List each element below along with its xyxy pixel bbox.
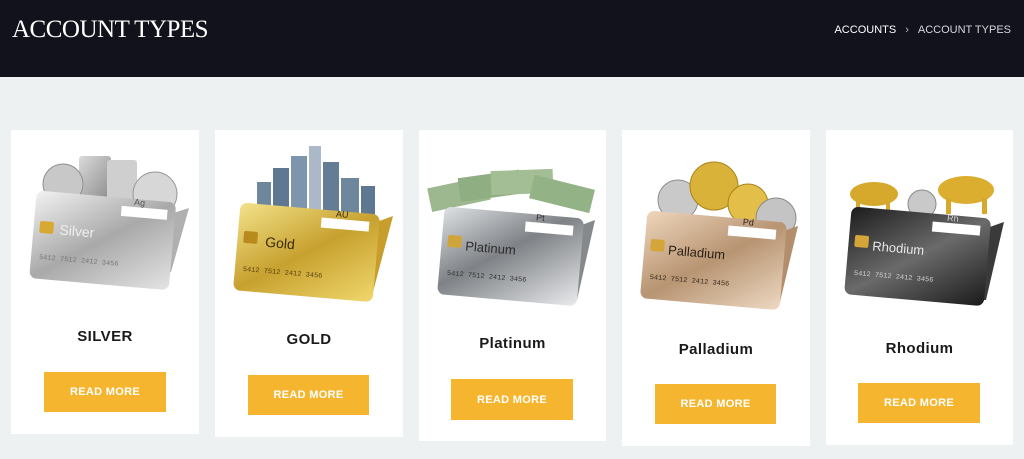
- svg-text:AU: AU: [336, 209, 349, 220]
- rhodium-card-illustration: Rhodium Rh 5412 7512 2412 3456: [844, 176, 1004, 306]
- silver-card-illustration: Silver Ag 5412 7512 2412 3456: [29, 156, 189, 290]
- chevron-right-icon: ›: [905, 24, 909, 36]
- svg-text:Gold: Gold: [265, 234, 296, 253]
- svg-text:Rh: Rh: [947, 213, 959, 224]
- account-card-gold: Gold AU 5412 7512 2412 3456 GOLD READ MO…: [215, 130, 403, 437]
- banknotes-icon: [427, 168, 595, 214]
- account-card-silver: Silver Ag 5412 7512 2412 3456 SILVER REA…: [11, 130, 199, 434]
- card-title: Palladium: [678, 341, 754, 358]
- breadcrumb-current: ACCOUNT TYPES: [917, 24, 1011, 36]
- card-title: Rhodium: [885, 340, 954, 357]
- read-more-button[interactable]: READ MORE: [655, 384, 776, 424]
- svg-text:Ag: Ag: [134, 197, 146, 208]
- platinum-card-illustration: Platinum Pt 5412 7512 2412 3456: [427, 168, 595, 306]
- account-card-platinum: Platinum Pt 5412 7512 2412 3456 Platinum…: [419, 130, 606, 441]
- account-card-rhodium: Rhodium Rh 5412 7512 2412 3456 Rhodium R…: [826, 130, 1013, 445]
- page-title: ACCOUNT TYPES: [12, 16, 209, 43]
- gold-card-illustration: Gold AU 5412 7512 2412 3456: [233, 146, 393, 302]
- breadcrumb-accounts-link[interactable]: ACCOUNTS: [834, 24, 896, 36]
- read-more-button[interactable]: READ MORE: [858, 383, 980, 423]
- read-more-button[interactable]: READ MORE: [248, 375, 369, 415]
- card-title: Platinum: [479, 335, 546, 352]
- page-header: ACCOUNT TYPES ACCOUNTS › ACCOUNT TYPES: [0, 0, 1024, 77]
- breadcrumb: ACCOUNTS › ACCOUNT TYPES: [834, 24, 1011, 36]
- svg-text:Silver: Silver: [59, 222, 96, 241]
- card-title: GOLD: [286, 331, 332, 348]
- account-card-palladium: Palladium Pd 5412 7512 2412 3456 Palladi…: [622, 130, 810, 446]
- read-more-button[interactable]: READ MORE: [451, 379, 573, 420]
- svg-text:Pd: Pd: [743, 217, 755, 228]
- palladium-card-illustration: Palladium Pd 5412 7512 2412 3456: [640, 161, 798, 310]
- svg-text:Pt: Pt: [536, 212, 546, 223]
- card-title: SILVER: [77, 328, 133, 345]
- read-more-button[interactable]: READ MORE: [44, 372, 166, 412]
